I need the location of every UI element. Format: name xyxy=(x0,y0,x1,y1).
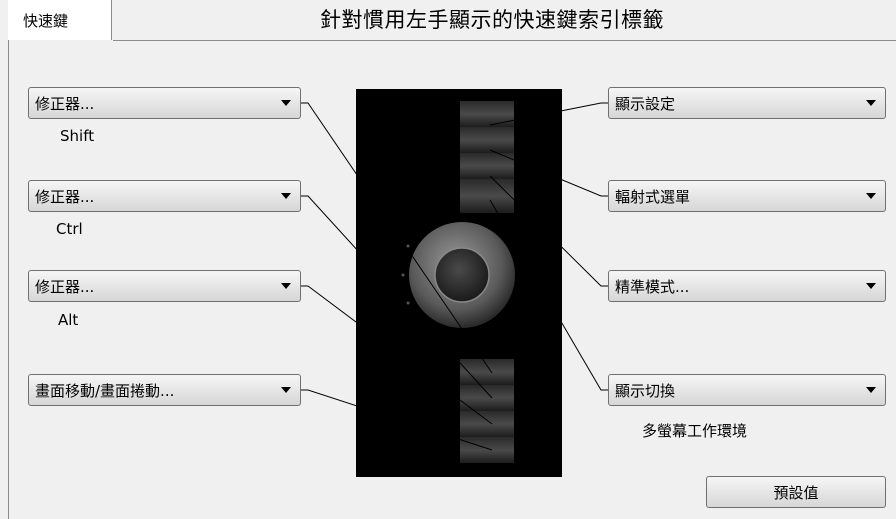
connector-lines xyxy=(301,102,608,451)
connector-line xyxy=(301,389,493,451)
default-button[interactable]: 預設值 xyxy=(706,476,886,508)
connector-line xyxy=(489,199,608,391)
connector-line xyxy=(301,195,493,399)
connector-line xyxy=(489,149,608,197)
connector-line xyxy=(301,285,493,425)
connector-line xyxy=(489,102,608,126)
connector-line xyxy=(301,102,493,374)
default-button-label: 預設值 xyxy=(773,483,819,502)
